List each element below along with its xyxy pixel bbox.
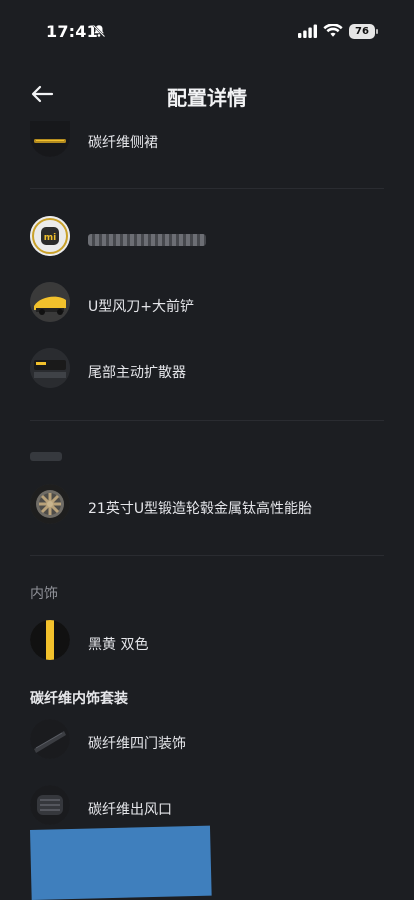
config-item-blurred: mi (0, 216, 414, 264)
config-item-side-skirt: 碳纤维侧裙 (0, 117, 414, 165)
vent-thumbnail (30, 785, 70, 825)
config-item-wheels: 21英寸U型锻造轮毂金属钛高性能胎 (0, 484, 414, 532)
config-item-interior-color: 黑黄 双色 (0, 620, 414, 668)
interior-color-thumbnail (30, 620, 70, 660)
blurred-section-label (30, 452, 62, 461)
diffuser-label: 尾部主动扩散器 (88, 365, 186, 381)
divider (30, 188, 384, 189)
divider (30, 420, 384, 421)
wheels-label: 21英寸U型锻造轮毂金属钛高性能胎 (88, 501, 313, 517)
svg-text:mi: mi (44, 233, 56, 243)
mute-bell-icon (92, 24, 106, 38)
status-bar: 17:41 76 (0, 0, 414, 64)
section-title-interior: 内饰 (30, 586, 58, 602)
config-item-diffuser: 尾部主动扩散器 (0, 348, 414, 396)
door-trim-thumbnail (30, 719, 70, 759)
cellular-signal-icon (298, 24, 317, 38)
vent-label: 碳纤维出风口 (88, 802, 172, 818)
battery-indicator: 76 (349, 24, 375, 39)
wifi-icon (323, 24, 343, 37)
spoiler-label: U型风刀+大前铲 (88, 299, 194, 315)
blurred-text-placeholder (88, 234, 206, 246)
side-skirt-label: 碳纤维侧裙 (88, 135, 158, 151)
page-title: 配置详情 (167, 86, 247, 110)
status-time: 17:41 (46, 22, 98, 41)
config-item-spoiler: U型风刀+大前铲 (0, 282, 414, 330)
wheel-thumbnail (30, 484, 70, 524)
divider (30, 555, 384, 556)
nav-bar: 配置详情 (0, 70, 414, 118)
section-title-carbon-pack: 碳纤维内饰套装 (30, 691, 128, 707)
mi-logo-thumbnail: mi (30, 216, 70, 256)
spoiler-thumbnail (30, 282, 70, 322)
redaction-block (30, 825, 212, 900)
config-item-door-trim: 碳纤维四门装饰 (0, 719, 414, 767)
interior-color-label: 黑黄 双色 (88, 637, 149, 653)
diffuser-thumbnail (30, 348, 70, 388)
side-skirt-thumbnail (30, 121, 70, 157)
door-trim-label: 碳纤维四门装饰 (88, 736, 186, 752)
battery-tip (376, 29, 378, 34)
